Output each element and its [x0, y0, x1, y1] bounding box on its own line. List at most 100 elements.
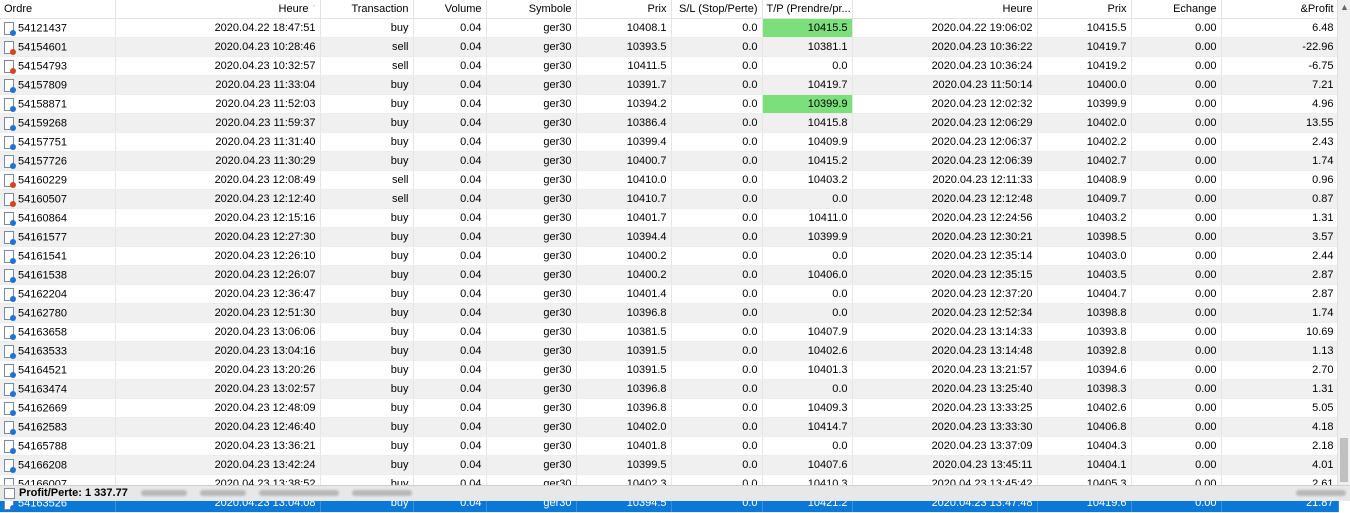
cell-ordre: 54154793 [0, 56, 116, 76]
cell-swap: 0.00 [1131, 227, 1222, 247]
cell-profit: 0.87 [1221, 189, 1339, 209]
cell-close-price: 10398.3 [1037, 379, 1132, 399]
cell-volume: 0.04 [413, 417, 487, 437]
history-table: Ordre Heure ˊ Transaction Volume Symbole … [0, 0, 1339, 513]
table-row[interactable]: 54165788 2020.04.23 13:36:21 buy 0.04 ger30 1… [0, 436, 1339, 456]
col-header-stop-loss[interactable]: S/L (Stop/Perte) [671, 0, 763, 19]
cell-volume: 0.04 [413, 265, 487, 285]
cell-close-time: 2020.04.23 13:14:48 [852, 341, 1038, 361]
cell-stop-loss: 0.0 [671, 341, 763, 361]
table-row[interactable]: 54157751 2020.04.23 11:31:40 buy 0.04 ger30 1… [0, 132, 1339, 152]
table-row[interactable]: 54162669 2020.04.23 12:48:09 buy 0.04 ger30 1… [0, 398, 1339, 418]
order-buy-icon [4, 458, 16, 473]
table-row[interactable]: 54157726 2020.04.23 11:30:29 buy 0.04 ger30 1… [0, 151, 1339, 171]
order-number: 54160229 [18, 173, 67, 186]
cell-swap: 0.00 [1131, 170, 1222, 190]
col-header-heure-open[interactable]: Heure ˊ [115, 0, 321, 19]
table-row[interactable]: 54160507 2020.04.23 12:12:40 sell 0.04 ger30… [0, 189, 1339, 209]
scrollbar-thumb[interactable] [1340, 438, 1348, 482]
cell-ordre: 54162204 [0, 284, 116, 304]
col-header-volume[interactable]: Volume [413, 0, 487, 19]
order-status-dot [10, 333, 16, 340]
col-header-heure-close[interactable]: Heure [852, 0, 1038, 19]
cell-close-price: 10394.6 [1037, 360, 1132, 380]
col-header-prix-open[interactable]: Prix [576, 0, 672, 19]
cell-ordre: 54159268 [0, 113, 116, 133]
order-status-dot [10, 447, 16, 454]
cell-open-time: 2020.04.23 12:36:47 [115, 284, 321, 304]
cell-volume: 0.04 [413, 322, 487, 342]
cell-open-time: 2020.04.23 11:52:03 [115, 94, 321, 114]
table-row[interactable]: 54163474 2020.04.23 13:02:57 buy 0.04 ger30 1… [0, 379, 1339, 399]
cell-open-time: 2020.04.23 12:12:40 [115, 189, 321, 209]
cell-stop-loss: 0.0 [671, 360, 763, 380]
cell-close-time: 2020.04.23 13:33:30 [852, 417, 1038, 437]
table-row[interactable]: 54154601 2020.04.23 10:28:46 sell 0.04 ger30… [0, 37, 1339, 57]
order-buy-icon [4, 363, 16, 378]
cell-ordre: 54121437 [0, 18, 116, 38]
col-header-echange[interactable]: Echange [1131, 0, 1222, 19]
cell-volume: 0.04 [413, 189, 487, 209]
cell-ordre: 54158871 [0, 94, 116, 114]
cell-close-price: 10398.8 [1037, 303, 1132, 323]
col-header-label: Heure [278, 3, 309, 15]
cell-type: buy [320, 94, 414, 114]
cell-stop-loss: 0.0 [671, 303, 763, 323]
cell-close-price: 10399.9 [1037, 94, 1132, 114]
table-row[interactable]: 54164521 2020.04.23 13:20:26 buy 0.04 ger30 1… [0, 360, 1339, 380]
cell-stop-loss: 0.0 [671, 208, 763, 228]
cell-symbol: ger30 [486, 436, 577, 456]
cell-ordre: 54163658 [0, 322, 116, 342]
col-header-ordre[interactable]: Ordre [0, 0, 116, 19]
table-row[interactable]: 54161541 2020.04.23 12:26:10 buy 0.04 ger30 1… [0, 246, 1339, 266]
table-row[interactable]: 54159268 2020.04.23 11:59:37 buy 0.04 ger30 1… [0, 113, 1339, 133]
cell-open-price: 10402.0 [576, 417, 672, 437]
order-number: 54161538 [18, 268, 67, 281]
scroll-up-icon[interactable]: ▲ [1340, 2, 1349, 12]
vertical-scrollbar[interactable]: ▲ [1337, 0, 1350, 485]
col-header-prix-close[interactable]: Prix [1037, 0, 1132, 19]
table-row[interactable]: 54163533 2020.04.23 13:04:16 buy 0.04 ger30 1… [0, 341, 1339, 361]
col-header-symbole[interactable]: Symbole [486, 0, 577, 19]
table-row[interactable]: 54160229 2020.04.23 12:08:49 sell 0.04 ger30… [0, 170, 1339, 190]
order-status-dot [10, 409, 16, 416]
table-row[interactable]: 54162204 2020.04.23 12:36:47 buy 0.04 ger30 1… [0, 284, 1339, 304]
table-row[interactable]: 54161577 2020.04.23 12:27:30 buy 0.04 ger30 1… [0, 227, 1339, 247]
cell-swap: 0.00 [1131, 56, 1222, 76]
table-row[interactable]: 54161538 2020.04.23 12:26:07 buy 0.04 ger30 1… [0, 265, 1339, 285]
cell-profit: 2.70 [1221, 360, 1339, 380]
cell-type: buy [320, 417, 414, 437]
cell-stop-loss: 0.0 [671, 113, 763, 133]
cell-ordre: 54162669 [0, 398, 116, 418]
table-row[interactable]: 54157809 2020.04.23 11:33:04 buy 0.04 ger30 1… [0, 75, 1339, 95]
cell-open-price: 10393.5 [576, 37, 672, 57]
table-row[interactable]: 54160864 2020.04.23 12:15:16 buy 0.04 ger30 1… [0, 208, 1339, 228]
cell-ordre: 54160864 [0, 208, 116, 228]
table-row[interactable]: 54162780 2020.04.23 12:51:30 buy 0.04 ger30 1… [0, 303, 1339, 323]
cell-profit: -22.96 [1221, 37, 1339, 57]
table-row[interactable]: 54154793 2020.04.23 10:32:57 sell 0.04 ger30… [0, 56, 1339, 76]
cell-close-time: 2020.04.23 12:06:37 [852, 132, 1038, 152]
cell-type: buy [320, 246, 414, 266]
history-grid: Ordre Heure ˊ Transaction Volume Symbole … [0, 0, 1350, 513]
cell-volume: 0.04 [413, 303, 487, 323]
cell-profit: 4.18 [1221, 417, 1339, 437]
col-header-profit[interactable]: &Profit [1221, 0, 1339, 19]
table-row[interactable]: 54162583 2020.04.23 12:46:40 buy 0.04 ger30 1… [0, 417, 1339, 437]
table-row[interactable]: 54166208 2020.04.23 13:42:24 buy 0.04 ger30 1… [0, 455, 1339, 475]
cell-type: buy [320, 360, 414, 380]
table-row[interactable]: 54121437 2020.04.22 18:47:51 buy 0.04 ger30 1… [0, 18, 1339, 38]
cell-open-price: 10396.8 [576, 398, 672, 418]
order-number: 54163533 [18, 344, 67, 357]
col-header-take-profit[interactable]: T/P (Prendre/pr... [762, 0, 853, 19]
order-buy-icon [4, 401, 16, 416]
table-row[interactable]: 54163658 2020.04.23 13:06:06 buy 0.04 ger30 1… [0, 322, 1339, 342]
order-status-dot [10, 428, 16, 435]
cell-open-time: 2020.04.23 12:15:16 [115, 208, 321, 228]
table-row[interactable]: 54158871 2020.04.23 11:52:03 buy 0.04 ger30 1… [0, 94, 1339, 114]
cell-stop-loss: 0.0 [671, 75, 763, 95]
cell-take-profit: 10411.0 [762, 208, 853, 228]
col-header-transaction[interactable]: Transaction [320, 0, 414, 19]
order-number: 54161541 [18, 249, 67, 262]
cell-stop-loss: 0.0 [671, 455, 763, 475]
